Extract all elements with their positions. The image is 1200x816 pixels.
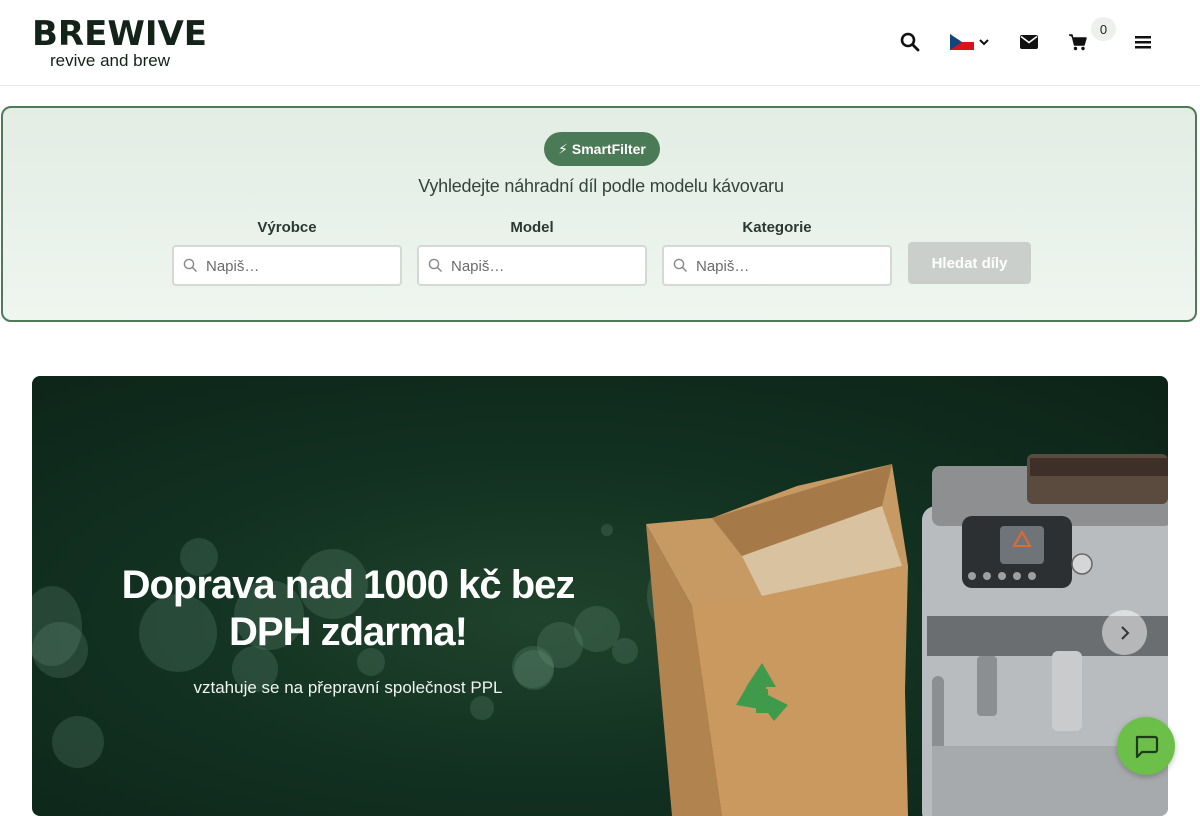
brewive-logo[interactable]: BREWIVE revive and brew <box>32 17 207 71</box>
language-selector[interactable] <box>948 28 992 56</box>
category-input[interactable] <box>694 247 888 286</box>
envelope-icon[interactable] <box>1015 28 1043 56</box>
search-icon[interactable] <box>896 28 924 56</box>
hero-subtitle: vztahuje se na přepravní společnost PPL <box>193 678 503 697</box>
model-input-wrap <box>417 245 647 286</box>
search-icon <box>428 258 443 273</box>
hero-banner: Doprava nad 1000 kč bez DPH zdarma! vzta… <box>32 376 1168 816</box>
czech-flag-icon <box>950 34 974 50</box>
smartfilter-panel: ⚡ SmartFilter Vyhledejte náhradní díl po… <box>1 106 1197 322</box>
manufacturer-input[interactable] <box>204 247 398 286</box>
cart-icon[interactable] <box>1064 28 1092 56</box>
model-field: Model <box>417 218 647 286</box>
carousel-next-button[interactable] <box>1102 610 1147 655</box>
bokeh-bubble <box>32 622 88 678</box>
search-icon <box>183 258 198 273</box>
model-input[interactable] <box>449 247 643 286</box>
box-and-coffee-machine-image <box>646 454 1168 816</box>
cart-count-badge: 0 <box>1091 17 1116 41</box>
chevron-right-icon <box>1120 625 1129 640</box>
search-parts-button[interactable]: Hledat díly <box>908 242 1031 284</box>
bokeh-bubble <box>470 696 494 720</box>
smartfilter-badge: ⚡ SmartFilter <box>544 132 660 166</box>
logo-wordmark: BREWIVE <box>32 14 208 54</box>
menu-icon[interactable] <box>1129 28 1157 56</box>
category-label: Kategorie <box>742 219 812 236</box>
logo-tagline: revive and brew <box>50 51 171 70</box>
category-field: Kategorie <box>662 218 892 286</box>
manufacturer-input-wrap <box>172 245 402 286</box>
hero-title: Doprava nad 1000 kč bez DPH zdarma! <box>121 563 576 654</box>
bokeh-bubble <box>52 716 104 768</box>
chevron-down-icon <box>979 39 989 46</box>
manufacturer-label: Výrobce <box>257 219 317 236</box>
bokeh-bubble <box>601 524 613 536</box>
chat-icon <box>1135 735 1159 759</box>
chat-button[interactable] <box>1117 717 1175 775</box>
manufacturer-field: Výrobce <box>172 218 402 286</box>
smartfilter-subtitle: Vyhledejte náhradní díl podle modelu káv… <box>418 176 784 196</box>
search-icon <box>673 258 688 273</box>
category-input-wrap <box>662 245 892 286</box>
site-header: BREWIVE revive and brew 0 <box>0 0 1200 86</box>
model-label: Model <box>510 219 554 236</box>
